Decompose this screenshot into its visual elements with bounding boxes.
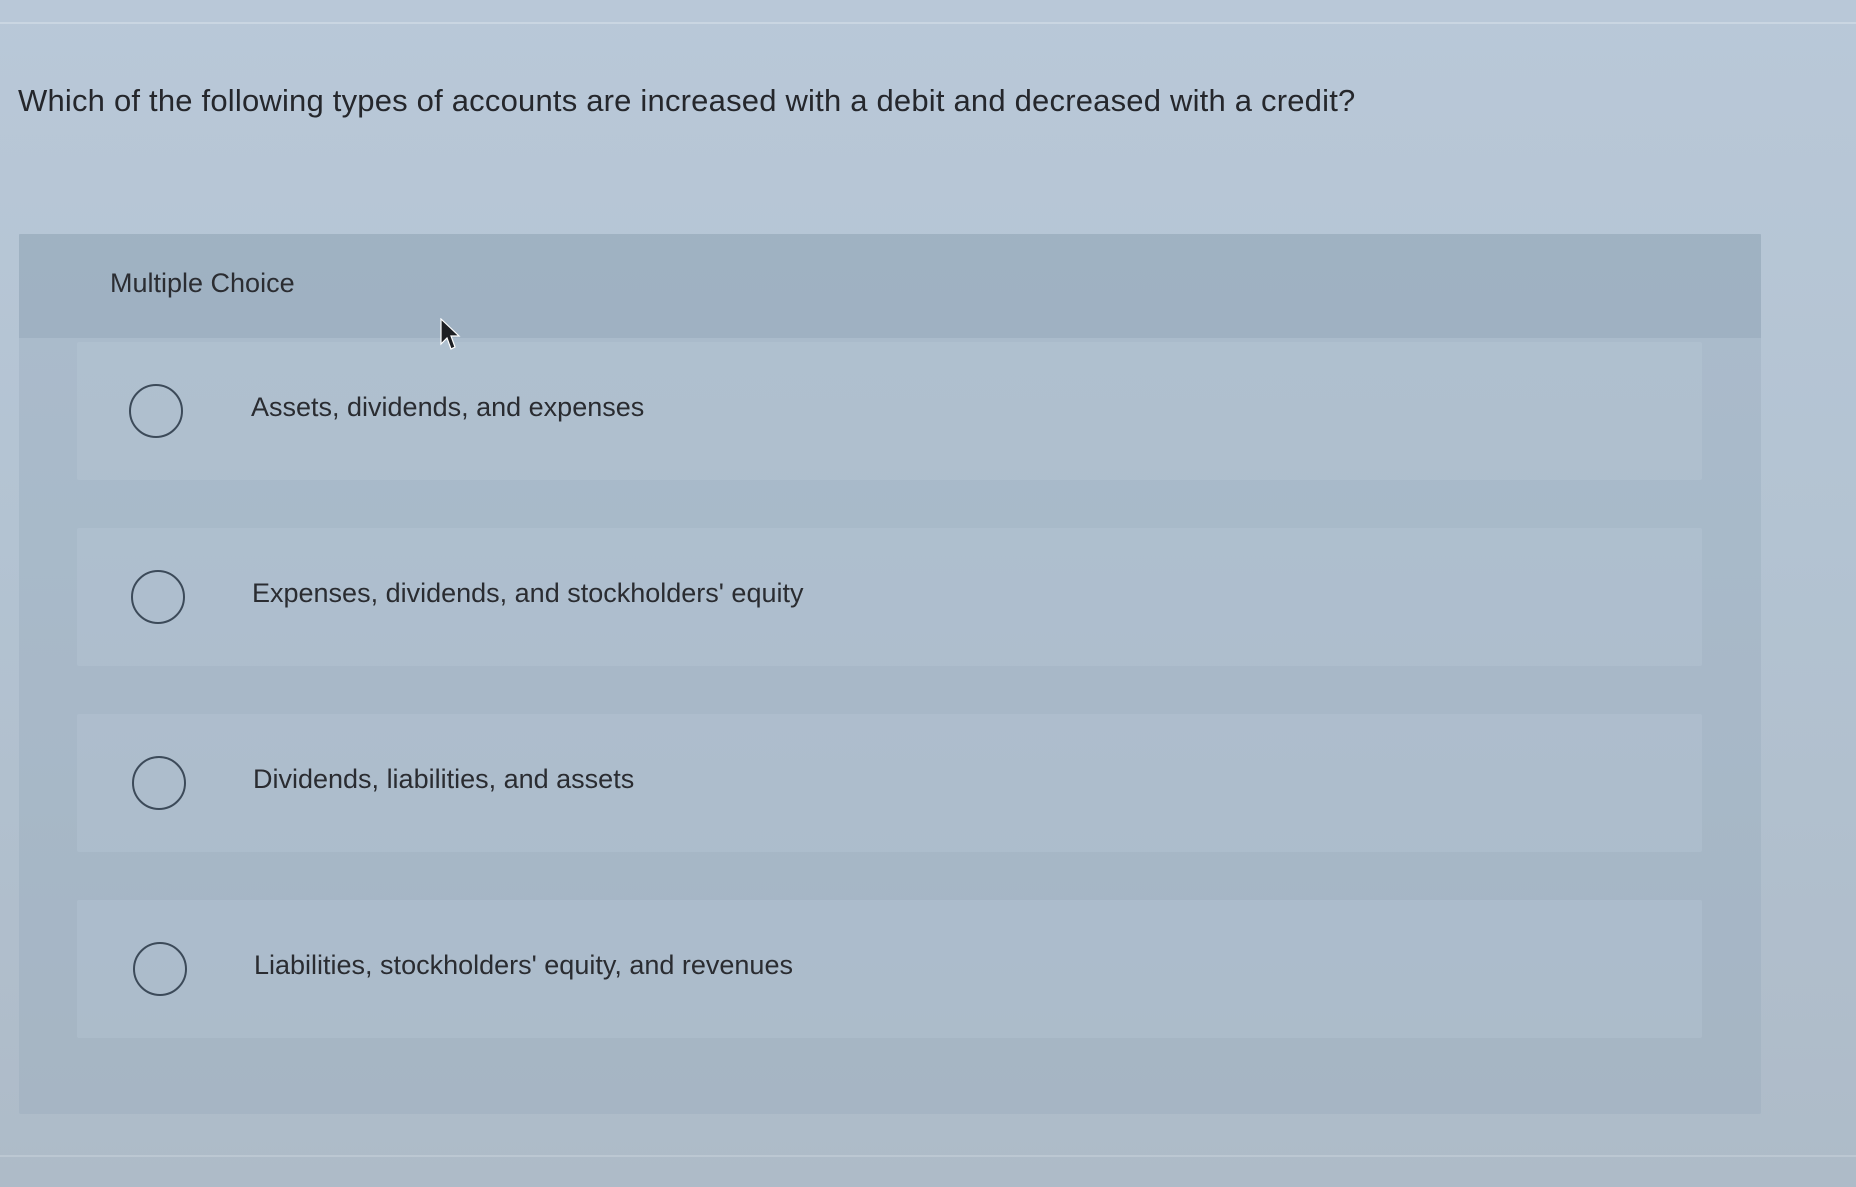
- question-text: Which of the following types of accounts…: [18, 83, 1356, 118]
- choice-label: Dividends, liabilities, and assets: [253, 764, 635, 794]
- choice-label: Liabilities, stockholders' equity, and r…: [254, 950, 793, 980]
- radio-button-icon[interactable]: [131, 570, 185, 624]
- choice-option-4[interactable]: Liabilities, stockholders' equity, and r…: [77, 900, 1702, 1038]
- choice-label: Assets, dividends, and expenses: [251, 392, 645, 422]
- multiple-choice-title: Multiple Choice: [110, 268, 295, 298]
- radio-button-icon[interactable]: [133, 942, 187, 996]
- choice-label: Expenses, dividends, and stockholders' e…: [252, 578, 804, 608]
- choices-list: Assets, dividends, and expenses Expenses…: [19, 338, 1761, 1114]
- bottom-divider: [0, 1155, 1856, 1157]
- top-divider: [0, 22, 1856, 24]
- radio-button-icon[interactable]: [132, 756, 186, 810]
- mouse-pointer-icon: [440, 318, 461, 350]
- choice-option-2[interactable]: Expenses, dividends, and stockholders' e…: [77, 528, 1702, 666]
- multiple-choice-panel: Multiple Choice Assets, dividends, and e…: [19, 234, 1761, 1114]
- choice-option-1[interactable]: Assets, dividends, and expenses: [77, 342, 1702, 480]
- choice-option-3[interactable]: Dividends, liabilities, and assets: [77, 714, 1702, 852]
- radio-button-icon[interactable]: [129, 384, 183, 438]
- multiple-choice-header: Multiple Choice: [19, 234, 1761, 338]
